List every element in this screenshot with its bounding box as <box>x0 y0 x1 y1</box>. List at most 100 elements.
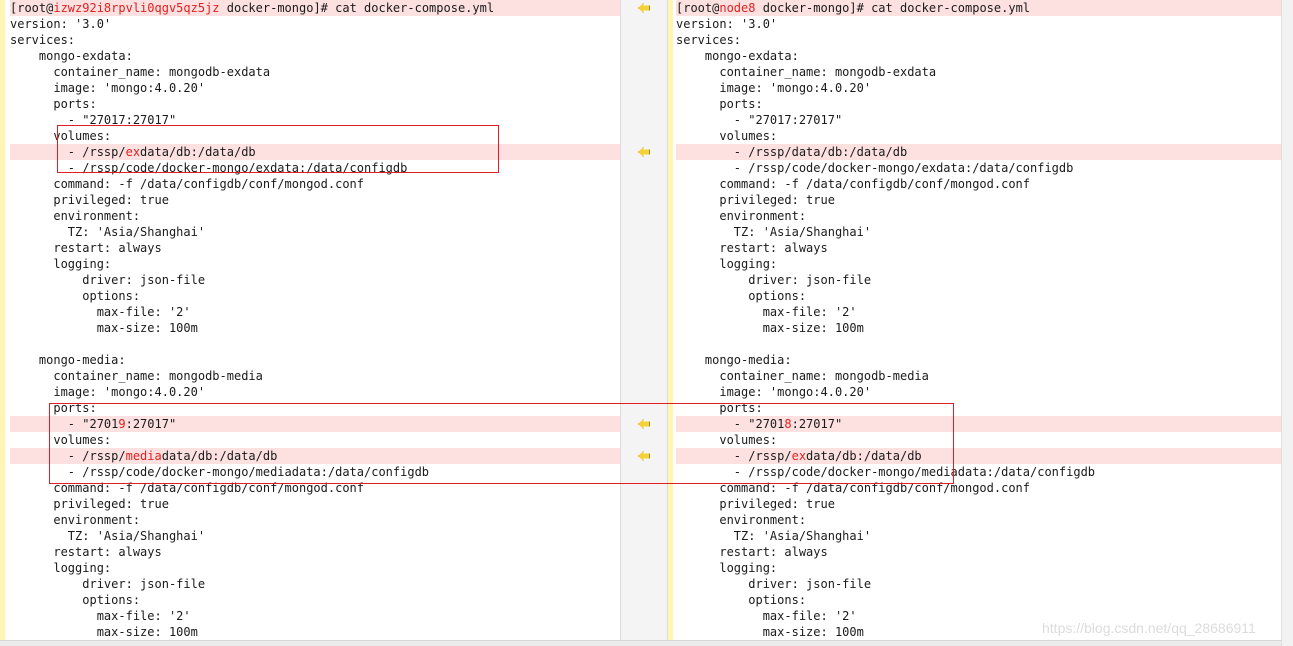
right-file-pane[interactable]: [root@node8 docker-mongo]# cat docker-co… <box>668 0 1281 646</box>
code-text: docker-mongo]# cat docker-compose.yml <box>219 1 495 15</box>
code-line[interactable]: mongo-exdata: <box>10 48 620 64</box>
code-line[interactable]: privileged: true <box>676 496 1281 512</box>
code-line[interactable]: ports: <box>10 400 620 416</box>
code-line[interactable]: ports: <box>676 96 1281 112</box>
code-line[interactable]: [root@node8 docker-mongo]# cat docker-co… <box>676 0 1281 16</box>
code-line[interactable]: driver: json-file <box>10 272 620 288</box>
code-line[interactable]: image: 'mongo:4.0.20' <box>676 384 1281 400</box>
code-line[interactable]: container_name: mongodb-media <box>676 368 1281 384</box>
code-line[interactable]: version: '3.0' <box>10 16 620 32</box>
code-line[interactable]: max-file: '2' <box>10 304 620 320</box>
code-line[interactable]: TZ: 'Asia/Shanghai' <box>676 528 1281 544</box>
code-line[interactable]: mongo-media: <box>676 352 1281 368</box>
code-line[interactable]: logging: <box>10 256 620 272</box>
code-line[interactable]: command: -f /data/configdb/conf/mongod.c… <box>10 480 620 496</box>
horizontal-scrollbar[interactable] <box>0 640 1281 646</box>
code-line[interactable]: privileged: true <box>676 192 1281 208</box>
code-text: environment: <box>676 513 807 527</box>
code-line[interactable]: volumes: <box>10 432 620 448</box>
code-line[interactable]: mongo-media: <box>10 352 620 368</box>
code-line[interactable]: options: <box>676 592 1281 608</box>
code-line[interactable]: image: 'mongo:4.0.20' <box>676 80 1281 96</box>
code-line[interactable]: restart: always <box>676 544 1281 560</box>
code-text: environment: <box>10 513 141 527</box>
code-line[interactable]: options: <box>676 288 1281 304</box>
code-line[interactable]: mongo-exdata: <box>676 48 1281 64</box>
left-file-pane[interactable]: [root@izwz92i8rpvli0qgv5qz5jz docker-mon… <box>0 0 620 646</box>
code-line[interactable]: version: '3.0' <box>676 16 1281 32</box>
code-text: environment: <box>676 209 807 223</box>
code-line[interactable]: - /rssp/exdata/db:/data/db <box>676 448 1281 464</box>
code-line[interactable]: options: <box>10 592 620 608</box>
left-change-gutter <box>0 0 5 646</box>
code-line[interactable]: max-file: '2' <box>10 608 620 624</box>
code-line[interactable]: image: 'mongo:4.0.20' <box>10 80 620 96</box>
copy-left-arrow-icon[interactable] <box>638 419 650 429</box>
code-text: volumes: <box>10 129 112 143</box>
code-line[interactable] <box>10 336 620 352</box>
code-line[interactable]: privileged: true <box>10 496 620 512</box>
code-line[interactable]: environment: <box>10 208 620 224</box>
vertical-scrollbar[interactable] <box>1281 0 1293 646</box>
code-line[interactable]: - "27018:27017" <box>676 416 1281 432</box>
code-line[interactable]: logging: <box>676 256 1281 272</box>
code-line[interactable]: container_name: mongodb-exdata <box>10 64 620 80</box>
code-line[interactable]: logging: <box>676 560 1281 576</box>
code-line[interactable]: container_name: mongodb-media <box>10 368 620 384</box>
code-line[interactable]: - /rssp/code/docker-mongo/mediadata:/dat… <box>676 464 1281 480</box>
code-line[interactable]: services: <box>676 32 1281 48</box>
copy-left-arrow-icon[interactable] <box>638 3 650 13</box>
code-line[interactable]: volumes: <box>676 128 1281 144</box>
code-line[interactable]: command: -f /data/configdb/conf/mongod.c… <box>676 176 1281 192</box>
code-line[interactable]: restart: always <box>676 240 1281 256</box>
code-line[interactable]: max-size: 100m <box>676 320 1281 336</box>
code-line[interactable]: TZ: 'Asia/Shanghai' <box>10 224 620 240</box>
code-line[interactable]: - /rssp/data/db:/data/db <box>676 144 1281 160</box>
code-line[interactable] <box>676 336 1281 352</box>
code-text: logging: <box>10 561 112 575</box>
code-text: privileged: true <box>676 497 835 511</box>
code-line[interactable]: driver: json-file <box>676 272 1281 288</box>
code-text: max-size: 100m <box>10 625 198 639</box>
copy-left-arrow-icon[interactable] <box>638 147 650 157</box>
code-line[interactable]: command: -f /data/configdb/conf/mongod.c… <box>676 480 1281 496</box>
code-line[interactable]: TZ: 'Asia/Shanghai' <box>676 224 1281 240</box>
code-line[interactable]: - /rssp/code/docker-mongo/mediadata:/dat… <box>10 464 620 480</box>
code-line[interactable]: image: 'mongo:4.0.20' <box>10 384 620 400</box>
code-line[interactable]: max-size: 100m <box>10 624 620 640</box>
code-line[interactable]: - "27017:27017" <box>10 112 620 128</box>
code-line[interactable]: environment: <box>10 512 620 528</box>
code-line[interactable]: max-file: '2' <box>676 304 1281 320</box>
code-line[interactable]: - /rssp/exdata/db:/data/db <box>10 144 620 160</box>
copy-left-arrow-icon[interactable] <box>638 451 650 461</box>
left-code-view[interactable]: [root@izwz92i8rpvli0qgv5qz5jz docker-mon… <box>10 0 620 640</box>
code-line[interactable]: volumes: <box>10 128 620 144</box>
code-text: mongo-media: <box>10 353 126 367</box>
code-line[interactable]: restart: always <box>10 240 620 256</box>
code-line[interactable]: logging: <box>10 560 620 576</box>
code-line[interactable]: environment: <box>676 208 1281 224</box>
code-line[interactable]: command: -f /data/configdb/conf/mongod.c… <box>10 176 620 192</box>
code-line[interactable]: [root@izwz92i8rpvli0qgv5qz5jz docker-mon… <box>10 0 620 16</box>
code-line[interactable]: max-size: 100m <box>10 320 620 336</box>
code-line[interactable]: ports: <box>676 400 1281 416</box>
code-line[interactable]: - /rssp/code/docker-mongo/exdata:/data/c… <box>676 160 1281 176</box>
code-line[interactable]: - "27019:27017" <box>10 416 620 432</box>
code-line[interactable]: - /rssp/code/docker-mongo/exdata:/data/c… <box>10 160 620 176</box>
code-line[interactable]: - /rssp/mediadata/db:/data/db <box>10 448 620 464</box>
code-line[interactable]: TZ: 'Asia/Shanghai' <box>10 528 620 544</box>
code-line[interactable]: - "27017:27017" <box>676 112 1281 128</box>
code-line[interactable]: volumes: <box>676 432 1281 448</box>
code-line[interactable]: driver: json-file <box>10 576 620 592</box>
code-line[interactable]: privileged: true <box>10 192 620 208</box>
code-line[interactable]: options: <box>10 288 620 304</box>
code-line[interactable]: restart: always <box>10 544 620 560</box>
code-line[interactable]: environment: <box>676 512 1281 528</box>
code-text: max-size: 100m <box>676 321 864 335</box>
code-text: - "2701 <box>10 417 119 431</box>
right-code-view[interactable]: [root@node8 docker-mongo]# cat docker-co… <box>676 0 1281 640</box>
code-line[interactable]: ports: <box>10 96 620 112</box>
code-line[interactable]: services: <box>10 32 620 48</box>
code-line[interactable]: container_name: mongodb-exdata <box>676 64 1281 80</box>
code-line[interactable]: driver: json-file <box>676 576 1281 592</box>
